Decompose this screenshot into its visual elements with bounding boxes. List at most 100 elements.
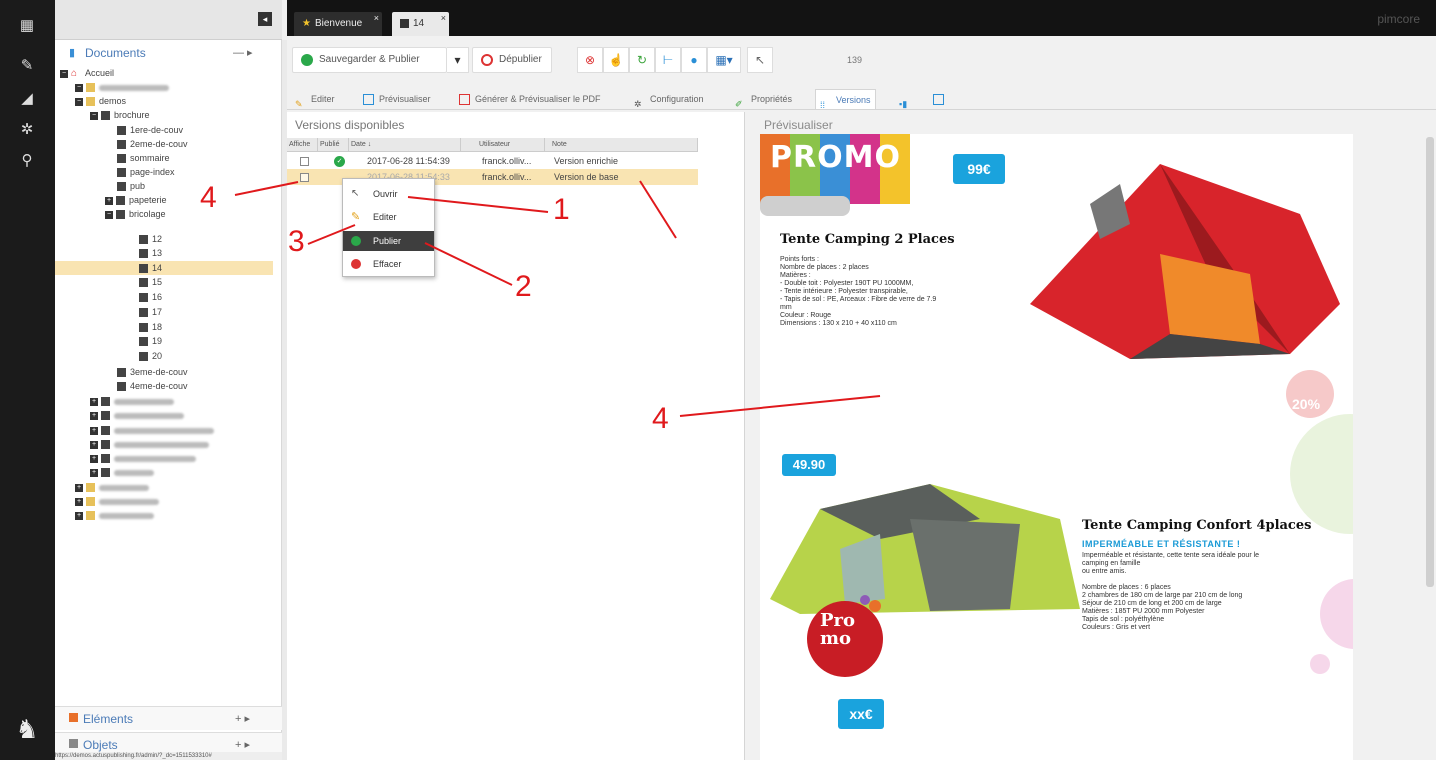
blurred-label — [114, 427, 214, 434]
expand-toggle-icon[interactable]: + — [75, 511, 83, 520]
collapse-toggle-icon[interactable]: − — [75, 97, 83, 106]
elements-section-header[interactable]: Eléments + ▸ — [55, 706, 282, 730]
tree-node-17[interactable]: 17 — [139, 306, 162, 319]
documents-section-actions[interactable]: — ▸ — [233, 46, 253, 59]
collapse-panel-icon[interactable]: ◂ — [258, 12, 272, 26]
tree-node-12[interactable]: 12 — [139, 233, 162, 246]
marketing-chart-icon[interactable]: ◢ — [18, 90, 36, 108]
unpublish-button[interactable]: Dépublier — [472, 47, 552, 73]
menu-item-editer[interactable]: ✎ Editer — [343, 207, 434, 227]
tree-node-15[interactable]: 15 — [139, 276, 162, 289]
tree-node-bricolage[interactable]: − bricolage — [105, 208, 166, 221]
settings-gear-icon[interactable]: ✲ — [18, 121, 36, 139]
tab-versions[interactable]: ⁞⁞ Versions — [815, 89, 876, 110]
tab-editer[interactable]: ✎ Editer — [295, 89, 335, 109]
tree-node-19[interactable]: 19 — [139, 335, 162, 348]
tab-proprietes[interactable]: ✐ Propriétés — [735, 89, 792, 109]
info-button[interactable]: ● — [681, 47, 707, 73]
menu-item-publier[interactable]: Publier — [343, 231, 434, 251]
tree-node-blurred[interactable]: + — [90, 424, 214, 437]
collapse-toggle-icon[interactable]: − — [90, 111, 98, 120]
expand-toggle-icon[interactable]: + — [90, 440, 98, 449]
tree-node-blurred[interactable]: + — [90, 466, 154, 479]
tree-node-14[interactable]: 14 — [139, 262, 162, 275]
tree-node-blurred[interactable]: + — [90, 409, 184, 422]
tree-node-brochure[interactable]: − brochure — [90, 109, 150, 122]
tab-notes[interactable] — [933, 89, 949, 109]
reload-button[interactable]: ↻ — [629, 47, 655, 73]
tree-node-13[interactable]: 13 — [139, 247, 162, 260]
show-in-tree-button[interactable]: ⊢ — [655, 47, 681, 73]
pimcore-logo-icon[interactable]: ♞ — [10, 712, 44, 746]
tree-node-4eme-de-couv[interactable]: 4eme-de-couv — [117, 380, 188, 393]
tree-node-blurred[interactable]: + — [90, 395, 174, 408]
tree-node-page-index[interactable]: page-index — [117, 166, 175, 179]
save-options-dropdown[interactable]: ▾ — [447, 47, 469, 73]
tree-node-16[interactable]: 16 — [139, 291, 162, 304]
menu-item-ouvrir[interactable]: ↖ Ouvrir — [343, 184, 434, 204]
delete-button[interactable]: ⊗ — [577, 47, 603, 73]
column-header-utilisateur[interactable]: Utilisateur — [477, 138, 545, 152]
expand-toggle-icon[interactable]: + — [90, 397, 98, 406]
tree-node-3eme-de-couv[interactable]: 3eme-de-couv — [117, 366, 188, 379]
tree-node-pub[interactable]: pub — [117, 180, 145, 193]
folder-icon — [86, 97, 95, 107]
expand-toggle-icon[interactable]: + — [75, 497, 83, 506]
tree-icon: ⊢ — [662, 53, 674, 67]
column-header-date[interactable]: Date ↓ — [349, 138, 461, 152]
tree-node-blurred[interactable]: + — [75, 481, 149, 494]
tree-node-blurred[interactable]: + — [90, 452, 196, 465]
tree-node-2eme-de-couv[interactable]: 2eme-de-couv — [117, 138, 188, 151]
tab-extra[interactable]: ▪▮ — [899, 89, 915, 109]
tree-node-sommaire[interactable]: sommaire — [117, 152, 170, 165]
preview-scrollbar[interactable] — [1426, 137, 1434, 587]
tree-node-blurred[interactable]: − — [75, 81, 169, 94]
tree-node-demos[interactable]: − demos — [75, 95, 126, 108]
expand-toggle-icon[interactable]: + — [90, 468, 98, 477]
tab-configuration[interactable]: ✲ Configuration — [634, 89, 704, 109]
show-checkbox[interactable] — [300, 157, 309, 166]
expand-toggle-icon[interactable]: + — [75, 483, 83, 492]
column-header-note[interactable]: Note — [550, 138, 698, 152]
tree-node-18[interactable]: 18 — [139, 321, 162, 334]
collapse-toggle-icon[interactable]: − — [105, 210, 113, 219]
cursor-button[interactable]: ↖ — [747, 47, 773, 73]
dashboard-grid-icon[interactable]: ▦ — [18, 17, 36, 35]
close-icon[interactable]: × — [441, 6, 446, 30]
expand-toggle-icon[interactable]: + — [105, 196, 113, 205]
tree-node-accueil[interactable]: − ⌂ Accueil — [60, 67, 114, 80]
publish-check-icon — [351, 236, 361, 246]
expand-toggle-icon[interactable]: + — [90, 454, 98, 463]
expand-toggle-icon[interactable]: + — [90, 411, 98, 420]
save-and-publish-button[interactable]: Sauvegarder & Publier — [292, 47, 447, 73]
collapse-toggle-icon[interactable]: − — [75, 83, 83, 92]
tab-14[interactable]: 14 × — [392, 12, 449, 36]
menu-item-effacer[interactable]: Effacer — [343, 254, 434, 274]
column-header-affiche[interactable]: Affiche — [287, 138, 318, 152]
product-2-description: Imperméable et résistante, cette tente s… — [1082, 552, 1260, 631]
tree-node-blurred[interactable]: + — [75, 495, 159, 508]
tree-node-20[interactable]: 20 — [139, 350, 162, 363]
search-icon[interactable]: ⚲ — [18, 152, 36, 170]
elements-section-actions[interactable]: + ▸ — [235, 712, 250, 725]
documents-section-header[interactable]: ▮ Documents — ▸ — [63, 44, 278, 64]
tab-previsualiser[interactable]: Prévisualiser — [363, 89, 431, 109]
schedule-dropdown-button[interactable]: ▦▾ — [707, 47, 741, 73]
version-row[interactable]: ✓ 2017-06-28 11:54:39 franck.olliv... Ve… — [287, 153, 698, 169]
tab-bienvenue[interactable]: ★ Bienvenue × — [294, 12, 382, 36]
close-icon[interactable]: × — [374, 6, 379, 30]
expand-toggle-icon[interactable]: + — [90, 426, 98, 435]
show-checkbox[interactable] — [300, 173, 309, 182]
open-in-browser-button[interactable]: ☝ — [603, 47, 629, 73]
column-header-publie[interactable]: Publié — [318, 138, 349, 152]
tab-generer-pdf[interactable]: Générer & Prévisualiser le PDF — [459, 89, 601, 109]
tree-node-1ere-de-couv[interactable]: 1ere-de-couv — [117, 124, 183, 137]
tools-wrench-icon[interactable]: ✎ — [18, 57, 36, 75]
note-icon — [933, 94, 944, 106]
objects-section-actions[interactable]: + ▸ — [235, 738, 250, 751]
tree-node-blurred[interactable]: + — [90, 438, 209, 451]
collapse-toggle-icon[interactable]: − — [60, 69, 68, 78]
document-icon — [101, 426, 110, 436]
tree-node-papeterie[interactable]: + papeterie — [105, 194, 167, 207]
tree-node-blurred[interactable]: + — [75, 509, 154, 522]
